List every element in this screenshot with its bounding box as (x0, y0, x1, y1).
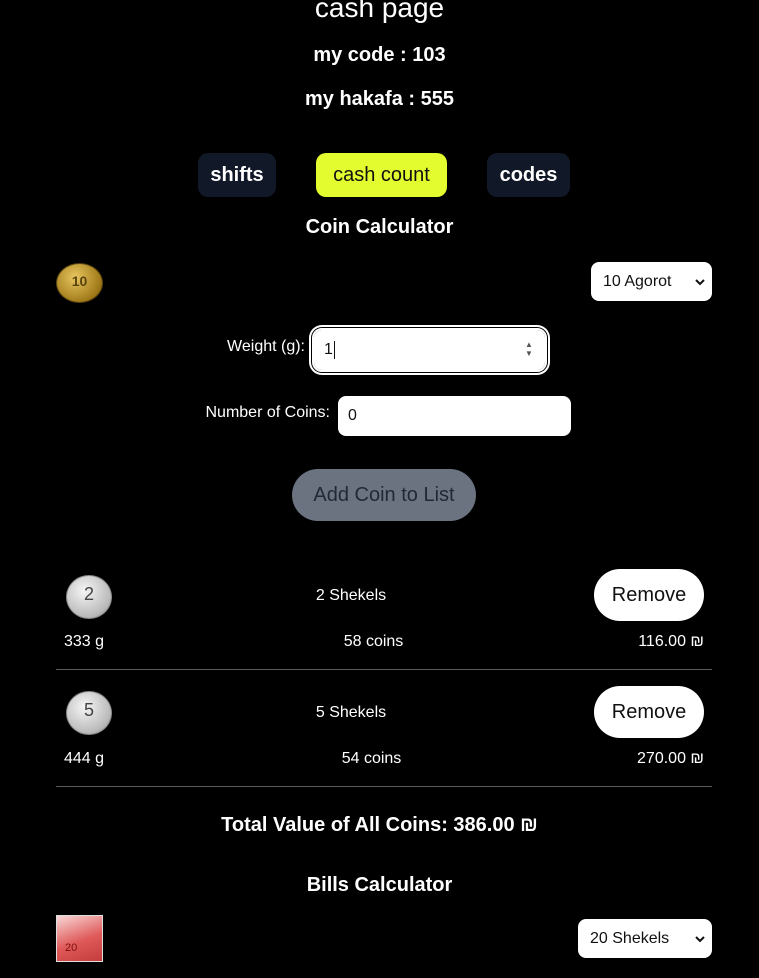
text-cursor (333, 341, 335, 359)
coin-image-label: 10 (71, 273, 88, 289)
chevron-down-icon (695, 935, 705, 942)
coin-item-value: 116.00 ₪ (638, 633, 704, 650)
number-stepper-icon[interactable]: ▲ ▼ (525, 340, 535, 358)
remove-coin-button[interactable]: Remove (594, 569, 704, 621)
bill-type-select[interactable]: 20 Shekels (578, 919, 712, 958)
coin-type-select[interactable]: 10 Agorot (591, 262, 712, 301)
coin-10-agorot-icon: 10 (56, 263, 103, 303)
divider (56, 669, 712, 670)
bill-image-label: 20 (65, 942, 78, 954)
count-label: Number of Coins: (205, 404, 331, 421)
add-coin-button[interactable]: Add Coin to List (292, 469, 476, 521)
my-code-text: my code : 103 (313, 44, 446, 66)
bill-20-shekels-icon: 20 (56, 915, 103, 962)
coin-calculator-heading: Coin Calculator (305, 216, 454, 238)
bills-calculator-heading: Bills Calculator (306, 874, 453, 896)
divider (56, 786, 712, 787)
cash-count-button[interactable]: cash count (316, 153, 447, 197)
coin-item-value: 270.00 ₪ (637, 750, 704, 767)
my-hakafa-text: my hakafa : 555 (305, 88, 454, 110)
chevron-down-icon (695, 278, 705, 285)
coin-count-value: 0 (348, 407, 357, 424)
coin-type-value: 10 Agorot (603, 272, 672, 290)
remove-coin-button[interactable]: Remove (594, 686, 704, 738)
weight-input[interactable]: 1 ▲ ▼ (312, 328, 547, 372)
coins-total: Total Value of All Coins: 386.00 ₪ (221, 814, 538, 836)
bill-type-value: 20 Shekels (590, 929, 670, 947)
codes-button[interactable]: codes (487, 153, 570, 197)
weight-value: 1 (324, 341, 333, 358)
weight-label: Weight (g): (227, 338, 305, 355)
page-title: cash page (314, 0, 445, 23)
coin-count-input[interactable]: 0 (338, 396, 571, 436)
shifts-button[interactable]: shifts (198, 153, 276, 197)
